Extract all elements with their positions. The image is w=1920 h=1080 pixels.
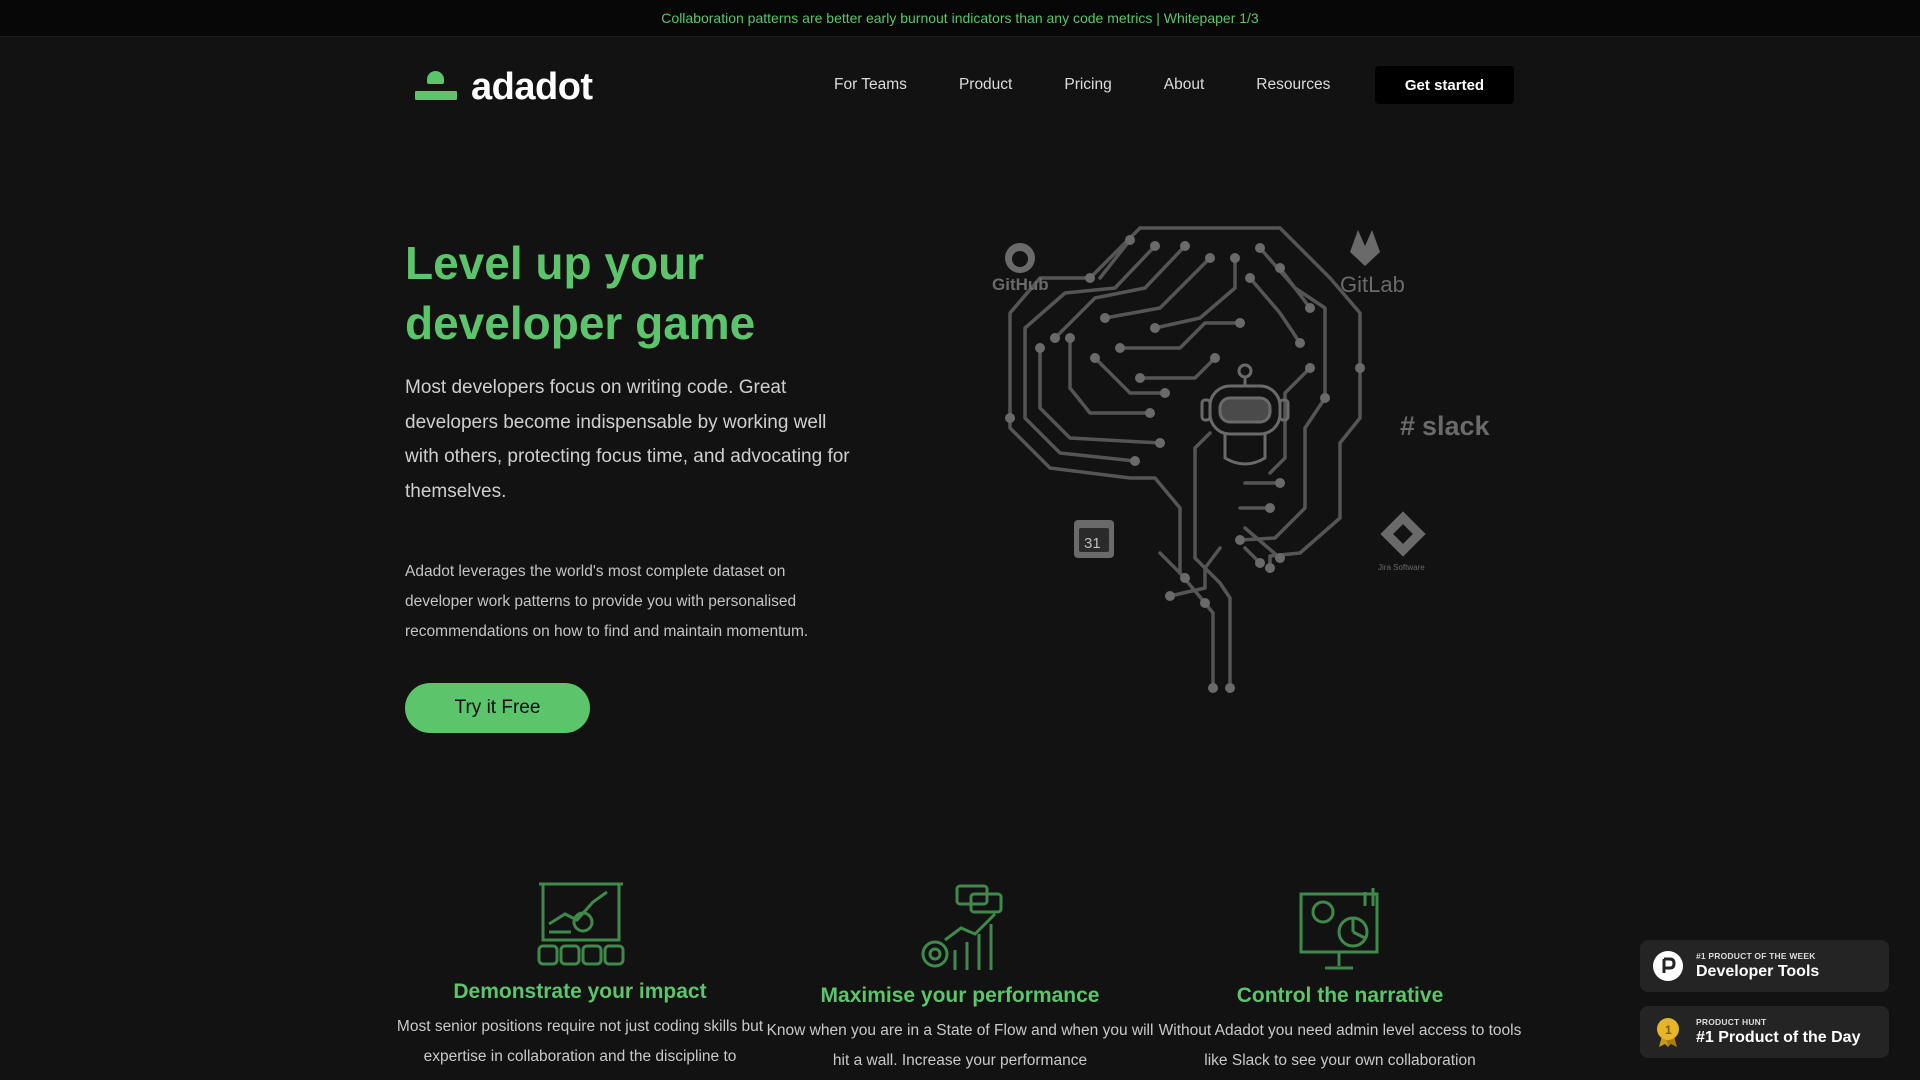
hero-paragraph: Most developers focus on writing code. G…	[405, 377, 850, 502]
feature-control-narrative: Control the narrative Without Adadot you…	[1145, 884, 1535, 1076]
badge-caption: PRODUCT HUNT	[1696, 1017, 1767, 1027]
jira-logo-icon: Jira Software	[1378, 511, 1426, 572]
medal-icon: 1	[1657, 1018, 1679, 1047]
slack-label: slack	[1422, 411, 1491, 441]
top-nav: adadot For Teams Product Pricing About R…	[0, 36, 1920, 136]
slack-logo-icon: # slack	[1400, 411, 1491, 441]
announcement-banner[interactable]: Collaboration patterns are better early …	[0, 0, 1920, 37]
nav-link-for-teams[interactable]: For Teams	[808, 64, 933, 106]
badge-title: Developer Tools	[1696, 963, 1820, 980]
robot-icon	[1200, 363, 1290, 466]
calendar-day: 31	[1084, 535, 1101, 552]
svg-text:#: #	[1400, 411, 1415, 441]
github-logo-icon: GitHub	[992, 243, 1049, 294]
logo-text: adadot	[471, 66, 593, 108]
jira-label: Jira Software	[1378, 563, 1425, 572]
feature-title: Control the narrative	[1236, 984, 1444, 1007]
feature-title: Maximise your performance	[820, 984, 1100, 1007]
feature-title: Demonstrate your impact	[453, 980, 707, 1003]
logo-mark-icon	[413, 70, 459, 105]
product-hunt-day-badge[interactable]: 1 PRODUCT HUNT #1 Product of the Day	[1640, 1006, 1889, 1058]
hero-title-line-1: Level up your	[405, 237, 705, 289]
feature-demonstrate-impact: Demonstrate your impact Most senior posi…	[385, 880, 775, 1072]
announcement-text[interactable]: Collaboration patterns are better early …	[661, 10, 1258, 26]
gitlab-label: GitLab	[1340, 272, 1405, 297]
product-hunt-week-badge[interactable]: #1 PRODUCT OF THE WEEK Developer Tools	[1640, 940, 1889, 992]
nav-link-product[interactable]: Product	[933, 64, 1038, 106]
presentation-chart-icon	[537, 882, 625, 966]
nav-link-pricing[interactable]: Pricing	[1038, 64, 1137, 106]
calendar-icon: 31	[1074, 520, 1114, 558]
product-hunt-icon	[1653, 951, 1683, 981]
get-started-button[interactable]: Get started	[1375, 66, 1514, 104]
circuit-brain-illustration: GitHub GitLab # slack 31 Jira Software	[992, 226, 1491, 693]
badge-title: #1 Product of the Day	[1696, 1029, 1861, 1046]
badge-caption: #1 PRODUCT OF THE WEEK	[1696, 951, 1816, 961]
logo[interactable]: adadot	[413, 66, 593, 109]
hero-title: Level up your developer game	[405, 233, 905, 353]
nav-links: For Teams Product Pricing About Resource…	[808, 64, 1356, 106]
github-label: GitHub	[992, 275, 1049, 294]
nav-link-about[interactable]: About	[1138, 64, 1231, 106]
feature-maximise-performance: Maximise your performance Know when you …	[765, 884, 1155, 1076]
try-it-free-button[interactable]: Try it Free	[405, 683, 590, 733]
hero-title-line-2: developer game	[405, 297, 756, 349]
nav-link-resources[interactable]: Resources	[1230, 64, 1356, 106]
feature-text: Without Adadot you need admin level acce…	[1158, 1022, 1522, 1069]
dashboard-monitor-icon	[1299, 888, 1379, 970]
performance-graph-icon	[921, 884, 1003, 970]
feature-text: Most senior positions require not just c…	[396, 1018, 764, 1065]
hero-subparagraph: Adadot leverages the world's most comple…	[405, 563, 809, 640]
gitlab-logo-icon: GitLab	[1340, 230, 1405, 297]
feature-text: Know when you are in a State of Flow and…	[766, 1022, 1154, 1069]
svg-text:1: 1	[1665, 1023, 1672, 1037]
